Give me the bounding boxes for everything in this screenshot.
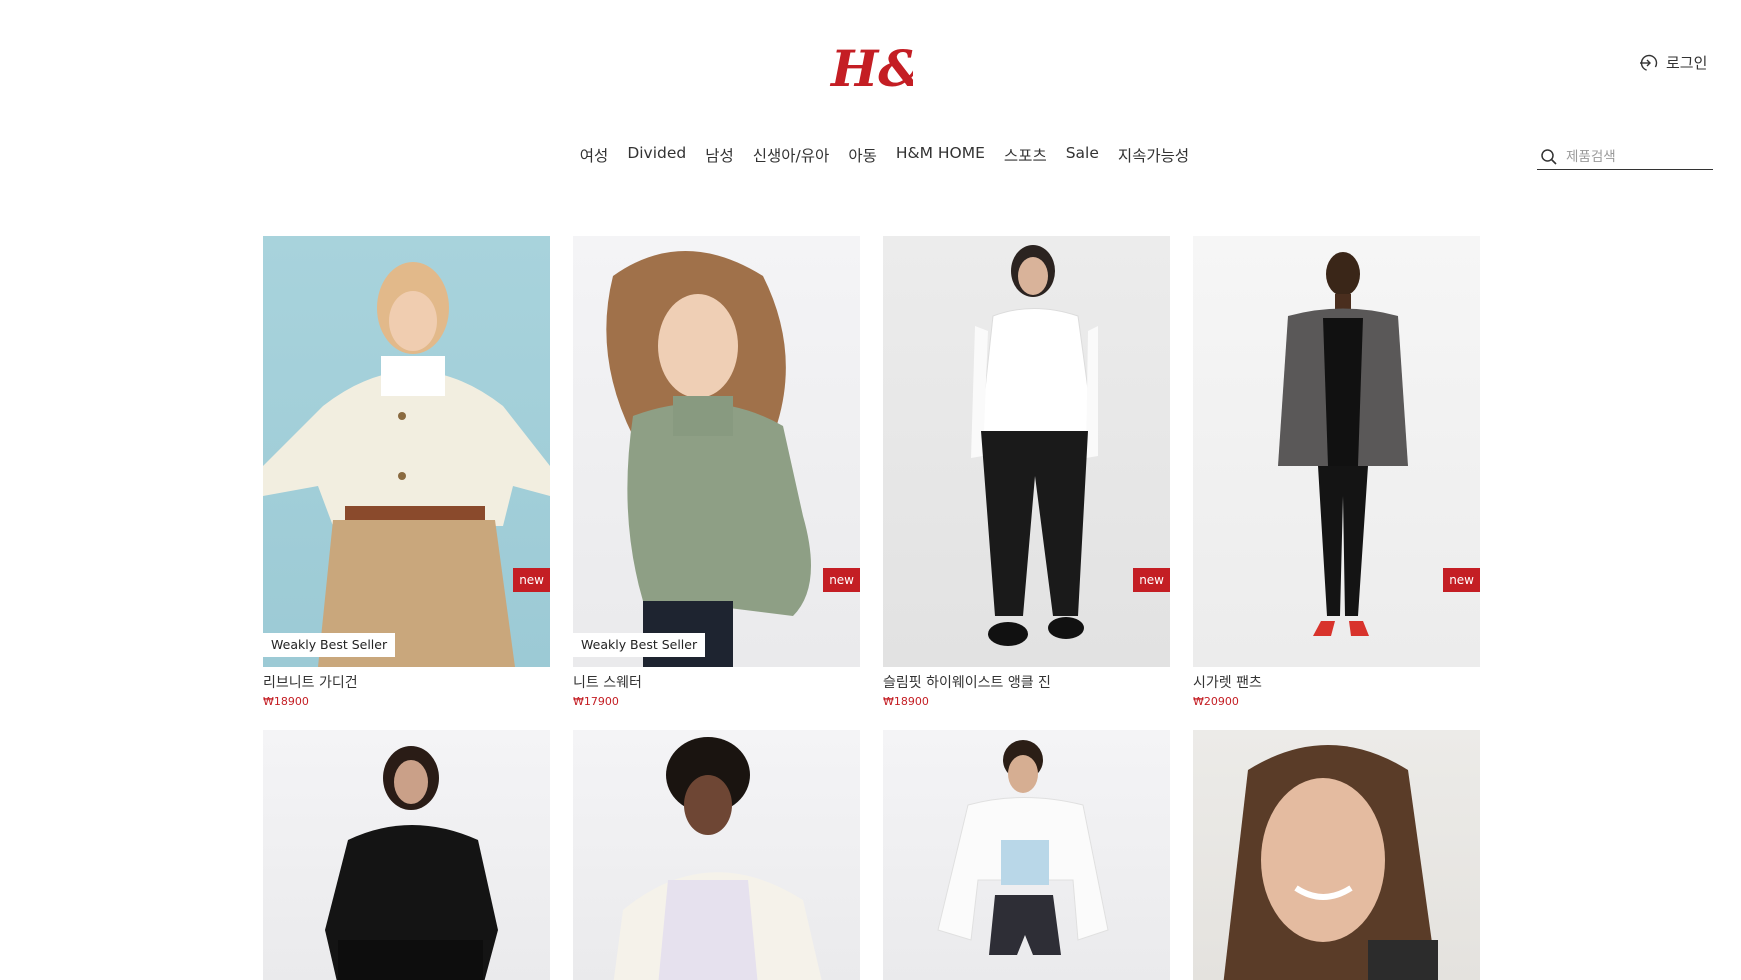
product-image-white-hoodie[interactable] <box>573 730 860 980</box>
product-image-cardigan[interactable]: new Weakly Best Seller <box>263 236 550 667</box>
product-card[interactable] <box>1193 730 1480 980</box>
search-input[interactable] <box>1566 148 1704 165</box>
product-price: ₩20900 <box>1193 695 1239 708</box>
product-image-sweater[interactable]: new Weakly Best Seller <box>573 236 860 667</box>
nav-item-sale[interactable]: Sale <box>1066 144 1099 166</box>
woman-blazer-figure <box>1278 252 1408 636</box>
nav-item-baby[interactable]: 신생아/유아 <box>753 144 830 166</box>
new-badge: new <box>1133 568 1170 592</box>
product-price: ₩18900 <box>263 695 309 708</box>
logo-text: H&M <box>829 39 913 98</box>
nav-item-kids[interactable]: 아동 <box>848 144 877 166</box>
hm-logo-icon: H&M <box>829 39 913 98</box>
nav-item-sports[interactable]: 스포츠 <box>1004 144 1047 166</box>
woman-jeans-figure <box>971 245 1098 646</box>
nav-item-sustainability[interactable]: 지속가능성 <box>1118 144 1189 166</box>
search-icon[interactable] <box>1540 148 1558 166</box>
product-card[interactable] <box>263 730 550 980</box>
product-name[interactable]: 시가렛 팬츠 <box>1193 674 1480 692</box>
woman-zip-hoodie-figure <box>613 737 822 980</box>
main-nav: 여성 Divided 남성 신생아/유아 아동 H&M HOME 스포츠 Sal… <box>0 144 1741 166</box>
search-bar <box>1537 144 1713 170</box>
nav-item-home[interactable]: H&M HOME <box>896 144 985 166</box>
product-price: ₩17900 <box>573 695 619 708</box>
product-card[interactable]: new 슬림핏 하이웨이스트 앵클 진 ₩18900 <box>883 236 1170 730</box>
product-card[interactable]: new 시가렛 팬츠 ₩20900 <box>1193 236 1480 730</box>
product-name[interactable]: 리브니트 가디건 <box>263 674 550 692</box>
product-grid: new Weakly Best Seller 리브니트 가디건 ₩18900 n… <box>263 236 1480 980</box>
product-image-cigarette-pants[interactable]: new <box>1193 236 1480 667</box>
nav-item-women[interactable]: 여성 <box>580 144 609 166</box>
page: H&M 로그인 여성 Divided 남성 신생아/유아 아동 H&M HOME… <box>0 0 1741 980</box>
new-badge: new <box>513 568 550 592</box>
product-image-white-shirt[interactable] <box>883 730 1170 980</box>
woman-shirt-shorts-figure <box>937 740 1109 955</box>
product-card[interactable]: new Weakly Best Seller 리브니트 가디건 ₩18900 <box>263 236 550 730</box>
product-image-black-hoodie[interactable] <box>263 730 550 980</box>
nav-item-divided[interactable]: Divided <box>627 144 686 166</box>
login-label: 로그인 <box>1666 54 1708 72</box>
woman-hoodie-figure <box>325 746 498 980</box>
best-seller-badge: Weakly Best Seller <box>263 633 396 657</box>
product-image-jeans[interactable]: new <box>883 236 1170 667</box>
login-icon <box>1638 53 1658 73</box>
product-name[interactable]: 슬림핏 하이웨이스트 앵클 진 <box>883 674 1170 692</box>
product-card[interactable]: new Weakly Best Seller 니트 스웨터 ₩17900 <box>573 236 860 730</box>
hm-logo[interactable]: H&M <box>829 38 913 102</box>
product-name[interactable]: 니트 스웨터 <box>573 674 860 692</box>
best-seller-badge: Weakly Best Seller <box>573 633 706 657</box>
product-price: ₩18900 <box>883 695 929 708</box>
login-button[interactable]: 로그인 <box>1638 52 1707 73</box>
new-badge: new <box>823 568 860 592</box>
product-image-portrait[interactable] <box>1193 730 1480 980</box>
new-badge: new <box>1443 568 1480 592</box>
woman-cardigan-figure <box>263 262 550 667</box>
product-card[interactable] <box>883 730 1170 980</box>
product-card[interactable] <box>573 730 860 980</box>
woman-portrait-figure <box>1223 745 1438 980</box>
woman-sweater-figure <box>606 251 811 667</box>
nav-item-men[interactable]: 남성 <box>705 144 734 166</box>
